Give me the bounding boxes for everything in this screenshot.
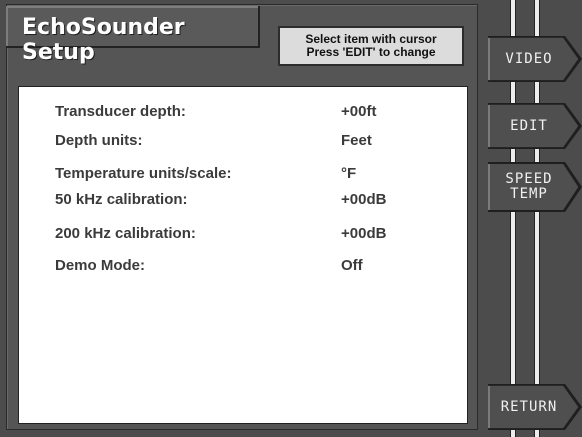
setting-value: Off [341,257,363,274]
edit-softkey[interactable]: EDIT [488,103,582,149]
settings-list: Transducer depth: +00ft Depth units: Fee… [18,86,468,424]
setting-value: +00dB [341,225,387,242]
setting-value: °F [341,165,357,182]
page-title: EchoSounder Setup [22,15,185,65]
setting-value: +00ft [341,103,377,120]
setting-label: 50 kHz calibration: [55,191,188,208]
setting-row-50khz-calibration[interactable]: 50 kHz calibration: +00dB [55,191,467,213]
echosounder-screen: EchoSounder Setup Select item with curso… [0,0,582,437]
setting-value: +00dB [341,191,387,208]
setting-row-transducer-depth[interactable]: Transducer depth: +00ft [55,103,467,125]
setting-row-temperature-units[interactable]: Temperature units/scale: °F [55,165,467,187]
title-tab: EchoSounder Setup [6,6,260,65]
video-softkey[interactable]: VIDEO [488,36,582,82]
speed-label: SPEED [505,171,553,187]
temp-label: TEMP [510,186,548,202]
setting-label: Depth units: [55,132,143,149]
return-softkey[interactable]: RETURN [488,384,582,430]
instruction-box: Select item with cursor Press 'EDIT' to … [278,26,464,66]
setting-label: Transducer depth: [55,103,186,120]
setting-row-200khz-calibration[interactable]: 200 kHz calibration: +00dB [55,225,467,247]
setting-label: Demo Mode: [55,257,145,274]
setting-label: Temperature units/scale: [55,165,232,182]
setting-row-depth-units[interactable]: Depth units: Feet [55,132,467,154]
setting-label: 200 kHz calibration: [55,225,196,242]
edit-label: EDIT [510,117,548,134]
video-label: VIDEO [505,50,553,67]
speed-temp-label: SPEED TEMP [505,172,552,202]
instruction-line-2: Press 'EDIT' to change [306,45,436,59]
speed-temp-softkey[interactable]: SPEED TEMP [488,162,582,212]
setting-row-demo-mode[interactable]: Demo Mode: Off [55,257,467,279]
setting-value: Feet [341,132,372,149]
return-label: RETURN [500,398,558,415]
